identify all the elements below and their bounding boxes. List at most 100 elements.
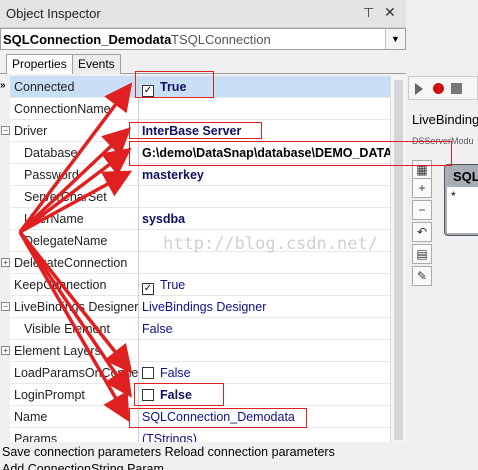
column-divider (138, 296, 139, 318)
property-name: Connected (14, 80, 75, 94)
play-icon[interactable] (415, 83, 423, 95)
property-name: Driver (14, 124, 48, 138)
undo-icon[interactable]: ↶ (412, 222, 432, 242)
checkbox-checked-icon[interactable]: ✓ (142, 283, 154, 295)
object-inspector-window: Object Inspector ⊤ ✕ SQLConnection_Demod… (0, 0, 478, 470)
collapse-icon[interactable]: − (1, 302, 10, 311)
property-row[interactable]: + DelegateConnection (0, 252, 390, 274)
property-name: ServerCharSet (24, 190, 107, 204)
property-name: Visible Element (24, 322, 110, 336)
property-value-text: False (160, 366, 191, 380)
row-gutter (0, 164, 10, 186)
property-value[interactable]: False (142, 366, 191, 380)
row-gutter (0, 230, 10, 252)
highlight-database (129, 141, 452, 166)
checkbox-unchecked-icon[interactable] (142, 367, 154, 379)
expand-icon[interactable]: + (1, 258, 10, 267)
close-icon[interactable]: ✕ (384, 4, 396, 21)
property-value-text: True (160, 278, 186, 292)
property-value-text: sysdba (142, 212, 186, 226)
property-value[interactable]: masterkey (142, 168, 204, 182)
tab-properties[interactable]: Properties (6, 54, 73, 74)
designer-title: LiveBindings (412, 112, 478, 127)
status-links: Save connection parameters Reload connec… (0, 442, 406, 470)
chevron-down-icon[interactable]: ▼ (385, 29, 405, 49)
property-value[interactable]: False (142, 322, 173, 336)
pin-icon[interactable]: ⊤ (363, 5, 374, 21)
row-gutter (0, 362, 10, 384)
title-bar: Object Inspector ⊤ ✕ (0, 0, 406, 28)
property-row[interactable]: LoadParamsOnConne False (0, 362, 390, 384)
property-value-text: masterkey (142, 168, 204, 182)
property-name: ConnectionName (14, 102, 111, 116)
column-divider (138, 362, 139, 384)
highlight-loginprompt (134, 383, 224, 406)
stop-icon[interactable] (451, 83, 462, 94)
scrollbar-thumb[interactable] (394, 80, 403, 440)
property-name: DelegateConnection (14, 256, 128, 270)
property-name: UserName (24, 212, 84, 226)
window-title: Object Inspector (6, 6, 101, 21)
designer-toolbar (408, 76, 478, 100)
property-row[interactable]: KeepConnection ✓ True (0, 274, 390, 296)
row-gutter (0, 208, 10, 230)
property-value[interactable]: sysdba (142, 212, 185, 226)
property-name: LoginPrompt (14, 388, 85, 402)
property-value-text: LiveBindings Designer (142, 300, 267, 314)
highlight-connected (135, 71, 214, 98)
column-divider (138, 318, 139, 340)
column-divider (138, 164, 139, 186)
column-divider (138, 340, 139, 362)
watermark: http://blog.csdn.net/ (163, 234, 378, 254)
expand-icon[interactable]: + (1, 346, 10, 355)
property-row[interactable]: + Element Layers (0, 340, 390, 362)
column-divider (138, 186, 139, 208)
property-name: DelegateName (24, 234, 108, 248)
property-row[interactable]: UserName sysdba (0, 208, 390, 230)
row-gutter (0, 186, 10, 208)
property-row[interactable]: ConnectionName (0, 98, 390, 120)
property-value[interactable]: LiveBindings Designer (142, 300, 266, 314)
layout-grid-icon[interactable]: ▤ (412, 244, 432, 264)
column-divider (138, 274, 139, 296)
livebindings-designer-panel: LiveBindings DSServerModu ▦ + − ↶ ▤ ✎ SQ… (406, 0, 478, 470)
highlight-name (129, 408, 307, 428)
property-row[interactable]: Password masterkey (0, 164, 390, 186)
row-gutter (0, 318, 10, 340)
current-row-marker-icon: » (0, 80, 6, 91)
property-name: Name (14, 410, 48, 424)
node-title: SQL (453, 169, 478, 184)
property-name: KeepConnection (14, 278, 107, 292)
property-name: LoadParamsOnConne (14, 366, 138, 380)
minus-icon[interactable]: − (412, 200, 432, 220)
add-connectionstring-link[interactable]: Add ConnectionString Param (2, 462, 164, 470)
property-row[interactable]: ServerCharSet (0, 186, 390, 208)
column-divider (138, 252, 139, 274)
row-gutter (0, 274, 10, 296)
collapse-icon[interactable]: − (1, 126, 10, 135)
component-selector[interactable]: SQLConnection_Demodata TSQLConnection ▼ (0, 28, 406, 50)
record-icon[interactable] (433, 83, 444, 94)
row-gutter (0, 384, 10, 406)
property-value-text: False (142, 322, 173, 336)
component-type: TSQLConnection (171, 32, 271, 47)
node-field: * (447, 187, 478, 233)
highlight-driver (129, 122, 262, 139)
property-name: Password (24, 168, 79, 182)
plus-icon[interactable]: + (412, 178, 432, 198)
row-gutter (0, 142, 10, 164)
connection-actions-link[interactable]: Save connection parameters Reload connec… (2, 445, 335, 459)
tab-events[interactable]: Events (72, 54, 121, 74)
property-row[interactable]: Visible Element False (0, 318, 390, 340)
wand-icon[interactable]: ✎ (412, 266, 432, 286)
row-gutter (0, 98, 10, 120)
property-name: LiveBindings Designer (14, 300, 138, 314)
column-divider (138, 208, 139, 230)
component-name: SQLConnection_Demodata (3, 32, 172, 47)
property-value[interactable]: ✓ True (142, 278, 185, 295)
vertical-scrollbar[interactable] (390, 76, 406, 454)
property-name: Element Layers (14, 344, 101, 358)
designer-node[interactable]: SQL * (444, 164, 478, 236)
row-gutter (0, 406, 10, 428)
property-row[interactable]: − LiveBindings Designer LiveBindings Desig… (0, 296, 390, 318)
